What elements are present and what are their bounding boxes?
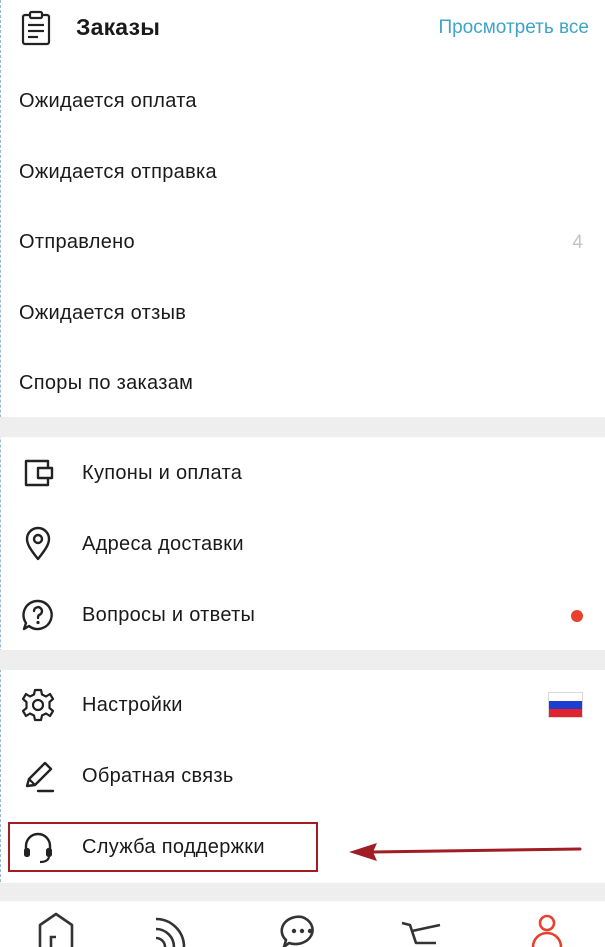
shipped-count: 4 [572,232,583,253]
order-status-shipped[interactable]: Отправлено 4 [0,207,605,278]
notification-dot [571,610,583,622]
order-status-awaiting-review[interactable]: Ожидается отзыв [0,278,605,349]
order-status-disputes[interactable]: Споры по заказам [0,348,605,419]
view-all-link[interactable]: Просмотреть все [438,17,589,39]
order-status-label: Ожидается отправка [19,161,217,183]
order-status-label: Отправлено [19,231,135,253]
order-status-label: Ожидается оплата [19,90,197,112]
orders-header: Заказы Просмотреть все [0,0,605,60]
russia-flag-icon[interactable] [548,692,583,718]
feed-icon[interactable] [150,911,194,947]
section-divider [0,417,605,437]
bottom-tab-bar [0,901,605,947]
menu-item-label: Адреса доставки [82,533,244,555]
menu-item-label: Настройки [82,694,183,716]
wallet-icon [24,459,54,487]
cart-icon[interactable] [400,911,444,947]
orders-title: Заказы [76,14,161,40]
clipboard-icon [21,10,51,46]
order-status-label: Ожидается отзыв [19,302,187,324]
messages-icon[interactable] [280,911,324,947]
menu-item-delivery-addresses[interactable]: Адреса доставки [0,509,605,580]
gear-icon [21,688,55,722]
support-highlight-box [8,822,318,872]
menu-item-label: Вопросы и ответы [82,604,256,626]
location-pin-icon [25,526,51,561]
menu-item-label: Купоны и оплата [82,462,243,484]
menu-item-label: Обратная связь [82,765,234,787]
account-icon[interactable] [525,911,569,947]
order-status-label: Споры по заказам [19,372,194,394]
menu-item-questions-answers[interactable]: Вопросы и ответы [0,580,605,651]
order-status-awaiting-payment[interactable]: Ожидается оплата [0,66,605,137]
home-icon[interactable] [34,911,78,947]
menu-item-coupons-payment[interactable]: Купоны и оплата [0,438,605,509]
menu-item-settings[interactable]: Настройки [0,670,605,741]
annotation-arrow [349,843,582,861]
section-divider [0,650,605,670]
pencil-icon [25,761,55,793]
question-bubble-icon [22,599,53,631]
menu-item-feedback[interactable]: Обратная связь [0,741,605,812]
order-status-awaiting-shipment[interactable]: Ожидается отправка [0,137,605,208]
section-divider [0,883,605,901]
